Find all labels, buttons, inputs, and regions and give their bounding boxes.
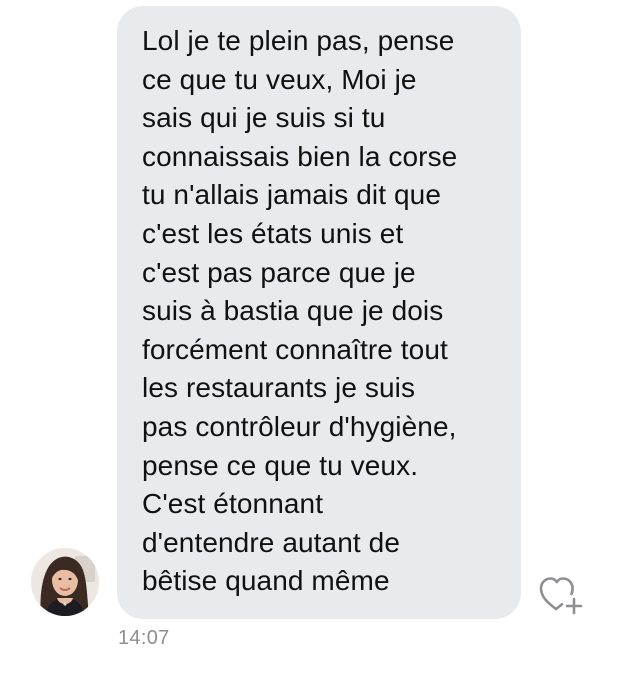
message-text: Lol je te plein pas, pense ce que tu veu…: [142, 25, 458, 597]
heart-plus-icon: [539, 577, 583, 615]
avatar-photo-icon: [31, 548, 99, 616]
chat-screen: Lol je te plein pas, pense ce que tu veu…: [0, 0, 640, 682]
react-heart-button[interactable]: [537, 574, 587, 616]
sender-avatar[interactable]: [31, 548, 99, 616]
message-timestamp: 14:07: [118, 627, 170, 649]
incoming-message-row: Lol je te plein pas, pense ce que tu veu…: [0, 0, 640, 682]
message-bubble[interactable]: Lol je te plein pas, pense ce que tu veu…: [117, 6, 521, 619]
